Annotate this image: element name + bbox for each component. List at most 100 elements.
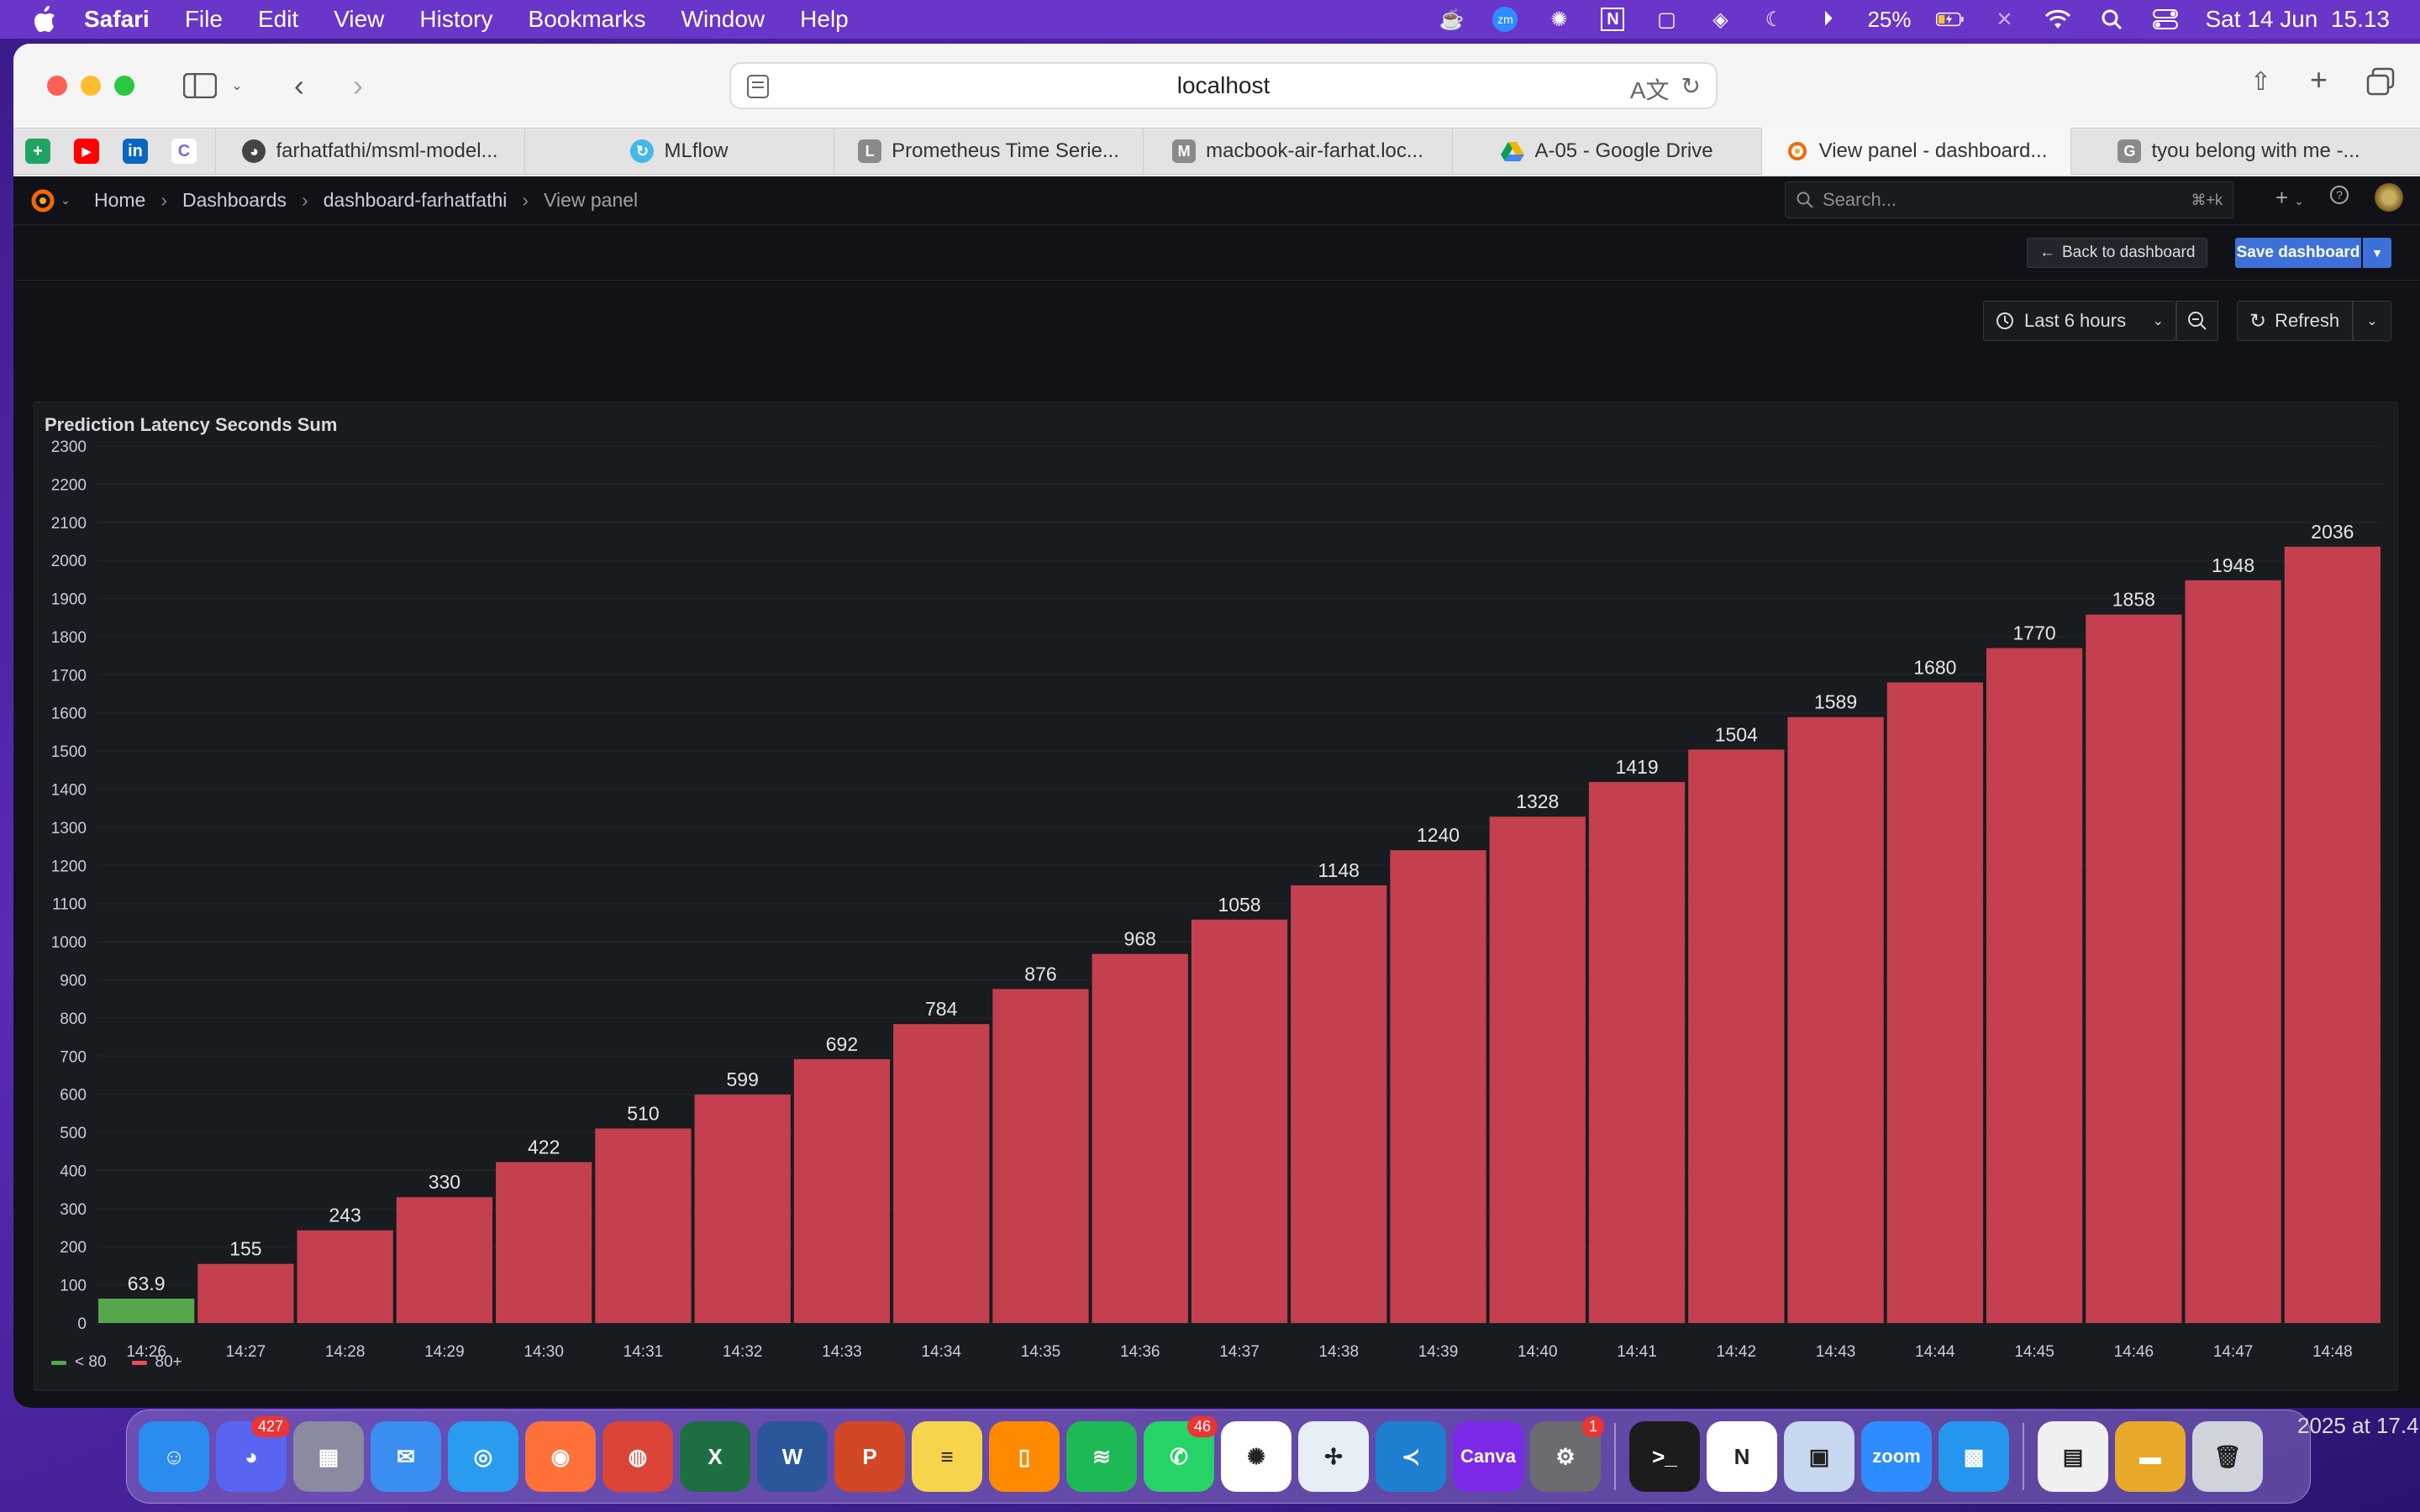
- control-center-icon[interactable]: [2151, 7, 2180, 32]
- dock-powerpoint-icon[interactable]: P: [834, 1421, 905, 1492]
- dock-word-icon[interactable]: W: [757, 1421, 828, 1492]
- grafana-search-input[interactable]: Search... ⌘+k: [1785, 181, 2233, 218]
- menu-app-name[interactable]: Safari: [84, 6, 150, 33]
- zoom-icon[interactable]: zm: [1491, 7, 1519, 32]
- dock-zoom-icon[interactable]: zoom: [1861, 1421, 1932, 1492]
- save-options-chevron-icon[interactable]: ▼: [2363, 238, 2391, 268]
- dock-docker-icon[interactable]: ▩: [1939, 1421, 2009, 1492]
- page-menu-icon[interactable]: [746, 74, 770, 105]
- dock-documents-icon[interactable]: ▤: [2038, 1421, 2108, 1492]
- stage-manager-icon[interactable]: ☕: [1437, 7, 1465, 32]
- dock-spotify-icon[interactable]: ≋: [1066, 1421, 1137, 1492]
- dock-firefox-icon[interactable]: ◉: [525, 1421, 596, 1492]
- add-icon[interactable]: + ⌄: [2275, 185, 2304, 211]
- dock-trash-icon[interactable]: 🗑: [2192, 1421, 2263, 1492]
- pinned-tab-sheets[interactable]: +: [13, 128, 62, 175]
- dock-system-settings-icon[interactable]: ⚙ 1: [1530, 1416, 1604, 1492]
- breadcrumb-dashboards[interactable]: Dashboards: [182, 189, 287, 212]
- layers-icon[interactable]: ◈: [1706, 7, 1734, 32]
- y-tick-label: 1700: [51, 667, 87, 685]
- tab-letter-icon: G: [2118, 139, 2142, 163]
- pinned-tab-linkedin[interactable]: in: [111, 128, 160, 175]
- zoom-out-button[interactable]: [2176, 301, 2218, 341]
- translate-icon[interactable]: A文: [1630, 72, 1670, 106]
- tab-google-drive[interactable]: A-05 - Google Drive: [1452, 128, 1761, 175]
- legend-item-above[interactable]: 80+: [131, 1353, 182, 1372]
- dock-drive-folder-icon[interactable]: ▬: [2115, 1421, 2186, 1492]
- dock-notion-icon[interactable]: N: [1707, 1421, 1777, 1492]
- legend-item-below[interactable]: < 80: [51, 1353, 107, 1372]
- tab-overview-icon[interactable]: [2366, 67, 2395, 100]
- help-icon[interactable]: ?: [2329, 185, 2349, 210]
- menu-file[interactable]: File: [185, 6, 223, 33]
- menu-view[interactable]: View: [334, 6, 384, 33]
- dock-safari-icon[interactable]: ◎: [448, 1421, 518, 1492]
- minimize-button[interactable]: [81, 76, 101, 96]
- tab-google-search[interactable]: G tyou belong with me -...: [2070, 128, 2407, 175]
- refresh-interval-chevron-icon[interactable]: ⌄: [2353, 301, 2391, 341]
- dock-glyph: ≡: [940, 1443, 954, 1469]
- dock-discord-icon[interactable]: ◕ 427: [216, 1416, 290, 1492]
- tab-dockerhub[interactable]: ◕ farhatfathi/msml-model...: [215, 128, 524, 175]
- dock-chrome-icon[interactable]: ◍: [602, 1421, 673, 1492]
- tab-macbook[interactable]: M macbook-air-farhat.loc...: [1143, 128, 1452, 175]
- dock-tableau-icon[interactable]: ✢: [1298, 1421, 1369, 1492]
- menu-history[interactable]: History: [419, 6, 492, 33]
- back-arrow-icon[interactable]: ‹: [281, 67, 318, 104]
- x-tick-label: 14:29: [424, 1343, 465, 1361]
- menu-help[interactable]: Help: [800, 6, 849, 33]
- maximize-button[interactable]: [114, 76, 134, 96]
- moon-icon[interactable]: ☾: [1760, 7, 1788, 32]
- bluetooth-icon[interactable]: ✕: [1990, 7, 2018, 32]
- x-tick-label: 14:38: [1318, 1343, 1359, 1361]
- reload-icon[interactable]: ↻: [1681, 72, 1701, 106]
- dock-canva-icon[interactable]: Canva: [1453, 1421, 1523, 1492]
- address-bar[interactable]: localhost A文 ↻: [729, 62, 1718, 109]
- tab-mlflow[interactable]: ↻ MLflow: [524, 128, 834, 175]
- refresh-button[interactable]: ↻ Refresh: [2237, 301, 2353, 341]
- dock-vscode-icon[interactable]: ≺: [1376, 1421, 1446, 1492]
- dock-launchpad-icon[interactable]: ▦: [293, 1421, 364, 1492]
- menu-window[interactable]: Window: [681, 6, 765, 33]
- dock-glyph: ▩: [1963, 1443, 1985, 1469]
- dock-terminal-icon[interactable]: >_: [1629, 1421, 1700, 1492]
- notion-icon[interactable]: N: [1598, 7, 1627, 32]
- play-icon[interactable]: ⏵: [1813, 7, 1842, 32]
- menu-clock[interactable]: Sat 14 Jun 15.13: [2205, 6, 2390, 33]
- pinned-tab-clickup[interactable]: C: [160, 128, 208, 175]
- screen-record-icon[interactable]: ▢: [1652, 7, 1681, 32]
- chatgpt-icon[interactable]: ✺: [1544, 7, 1573, 32]
- dock-notes-icon[interactable]: ≡: [912, 1421, 982, 1492]
- dock-books-icon[interactable]: ▯: [989, 1421, 1060, 1492]
- panel-title[interactable]: Prediction Latency Seconds Sum: [45, 414, 337, 436]
- grafana-logo-icon[interactable]: ⌄: [29, 186, 76, 215]
- menu-bookmarks[interactable]: Bookmarks: [529, 6, 646, 33]
- breadcrumb-home[interactable]: Home: [94, 189, 145, 212]
- search-icon[interactable]: [2097, 7, 2126, 32]
- time-range-picker[interactable]: Last 6 hours ⌄: [1983, 301, 2176, 341]
- save-dashboard-button[interactable]: Save dashboard: [2235, 238, 2361, 268]
- wifi-icon[interactable]: [2044, 7, 2072, 32]
- breadcrumb-dashboard[interactable]: dashboard-farhatfathi: [324, 189, 508, 212]
- dock-preview-icon[interactable]: ▣: [1784, 1421, 1854, 1492]
- new-tab-icon[interactable]: +: [2310, 65, 2328, 100]
- tab-prometheus[interactable]: L Prometheus Time Serie...: [834, 128, 1143, 175]
- share-icon[interactable]: ⇧: [2250, 67, 2271, 100]
- menu-edit[interactable]: Edit: [258, 6, 298, 33]
- pinned-tab-youtube[interactable]: ▶: [62, 128, 111, 175]
- dock-excel-icon[interactable]: X: [680, 1421, 750, 1492]
- dock-finder-icon[interactable]: ☺: [139, 1421, 209, 1492]
- close-button[interactable]: [47, 76, 67, 96]
- dock-chatgpt-icon[interactable]: ✺: [1221, 1421, 1292, 1492]
- chevron-down-icon[interactable]: ⌄: [218, 67, 255, 104]
- bar-value-label: 63.9: [128, 1273, 166, 1294]
- tab-grafana-active[interactable]: View panel - dashboard...: [1761, 128, 2070, 175]
- battery-icon[interactable]: [1936, 7, 1965, 32]
- dock-whatsapp-icon[interactable]: ✆ 46: [1144, 1416, 1218, 1492]
- back-to-dashboard-button[interactable]: ← Back to dashboard: [2027, 238, 2208, 268]
- avatar[interactable]: [2375, 183, 2403, 212]
- apple-icon[interactable]: [30, 5, 59, 34]
- dock-mail-icon[interactable]: ✉: [371, 1421, 441, 1492]
- forward-arrow-icon[interactable]: ›: [339, 67, 376, 104]
- sidebar-toggle-icon[interactable]: [182, 67, 218, 104]
